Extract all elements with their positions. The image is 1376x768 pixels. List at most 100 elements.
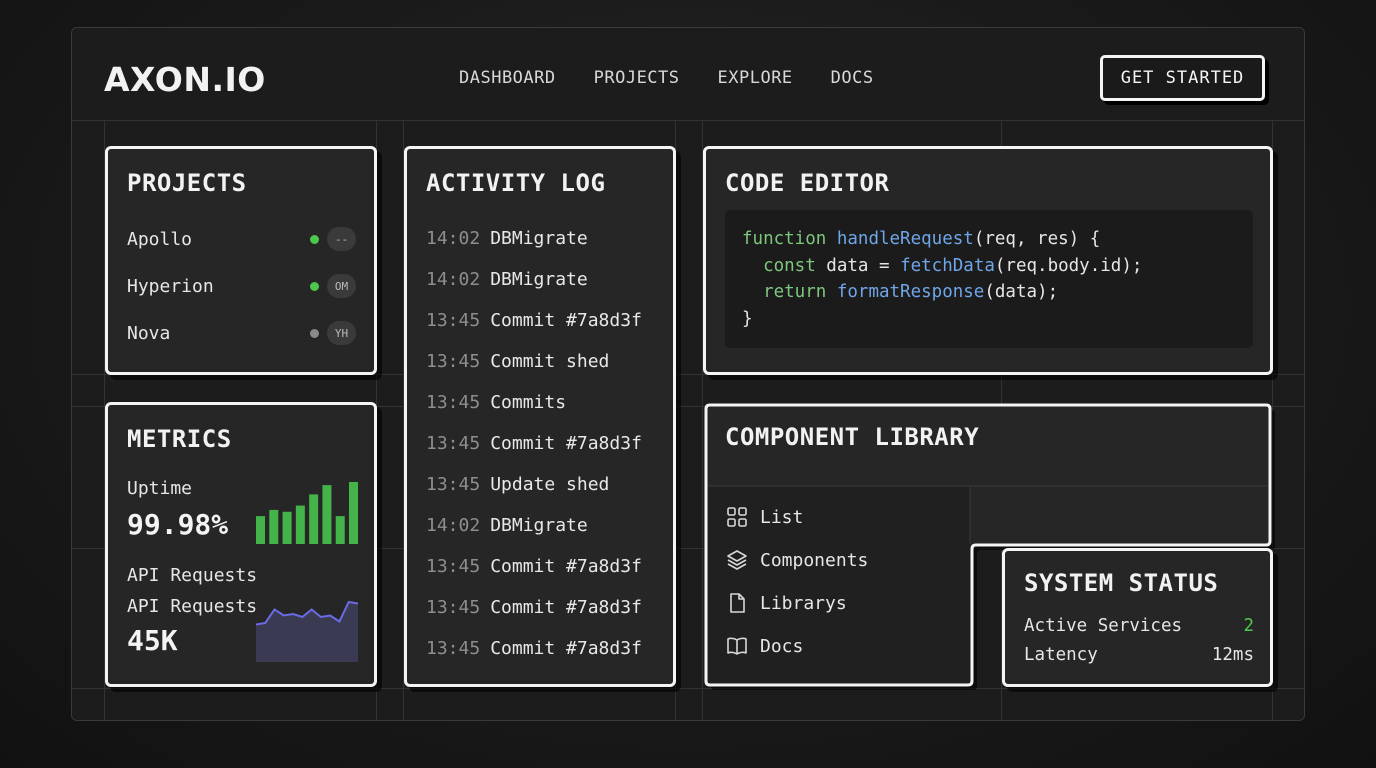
status-label: Active Services [1024, 616, 1183, 636]
project-item-hyperion[interactable]: Hyperion OM [127, 272, 357, 300]
book-icon [727, 637, 747, 655]
log-entry[interactable]: 14:02 DBMigrate [426, 515, 588, 536]
library-item-label: Components [760, 549, 869, 571]
log-time: 13:45 [426, 474, 481, 495]
log-message: Commit #7a8d3f [490, 638, 642, 659]
log-time: 13:45 [426, 556, 481, 577]
uptime-bar [269, 509, 279, 544]
library-item-librarys[interactable]: Librarys [726, 592, 847, 614]
grid-icon [727, 507, 747, 527]
activity-log-panel: ACTIVITY LOG 14:02 DBMigrate 14:02 DBMigrat… [404, 146, 676, 687]
uptime-bar-chart [256, 482, 358, 544]
log-message: Update shed [490, 474, 610, 495]
uptime-label: Uptime [127, 478, 193, 499]
project-badge: YH [327, 321, 356, 345]
library-item-list[interactable]: List [726, 506, 803, 528]
uptime-bar [309, 494, 319, 544]
system-status-panel: SYSTEM STATUS Active Services 2 Latency … [1002, 548, 1273, 687]
log-entry[interactable]: 13:45 Commit shed [426, 351, 609, 372]
log-time: 14:02 [426, 269, 481, 290]
nav-docs[interactable]: DOCS [831, 68, 874, 88]
library-item-label: List [760, 506, 804, 528]
component-library-title: COMPONENT LIBRARY [725, 423, 980, 451]
log-entry[interactable]: 13:45 Commit #7a8d3f [426, 556, 642, 577]
project-name: Nova [127, 322, 171, 344]
uptime-bar [256, 516, 265, 544]
log-entry[interactable]: 14:02 DBMigrate [426, 269, 588, 290]
status-row-active-services: Active Services 2 [1024, 616, 1254, 636]
log-time: 13:45 [426, 351, 481, 372]
log-time: 14:02 [426, 228, 481, 249]
projects-title: PROJECTS [127, 169, 247, 197]
library-item-docs[interactable]: Docs [726, 635, 803, 657]
sparkline-area [256, 602, 358, 662]
activity-log-title: ACTIVITY LOG [426, 169, 606, 197]
code-text: (data); [984, 282, 1059, 302]
logo[interactable]: AXON.IO [104, 60, 266, 99]
project-badge: OM [327, 274, 356, 298]
project-name: Apollo [127, 228, 193, 250]
log-entry[interactable]: 13:45 Commits [426, 392, 566, 413]
log-message: DBMigrate [490, 269, 588, 290]
log-time: 13:45 [426, 433, 481, 454]
library-item-label: Librarys [760, 592, 847, 614]
log-time: 13:45 [426, 597, 481, 618]
code-editor-title: CODE EDITOR [725, 169, 890, 197]
system-status-title: SYSTEM STATUS [1024, 569, 1219, 597]
log-message: Commits [490, 392, 567, 413]
status-dot [310, 282, 319, 291]
log-entry[interactable]: 13:45 Commit #7a8d3f [426, 433, 642, 454]
log-entry[interactable]: 13:45 Update shed [426, 474, 609, 495]
project-badge: -- [327, 227, 356, 251]
status-label: Latency [1024, 645, 1098, 665]
get-started-button[interactable]: GET STARTED [1100, 55, 1265, 101]
project-item-nova[interactable]: Nova YH [127, 319, 357, 347]
library-item-label: Docs [760, 635, 804, 657]
log-message: DBMigrate [490, 515, 588, 536]
status-dot [310, 235, 319, 244]
uptime-bar [322, 485, 332, 544]
api-requests-label: API Requests [127, 596, 258, 617]
layers-icon [727, 550, 747, 570]
nav-dashboard[interactable]: DASHBOARD [459, 68, 556, 88]
code-line: } [742, 308, 753, 329]
code-text: data = [815, 255, 901, 276]
api-requests-value: 45K [127, 624, 178, 657]
code-editor-panel: CODE EDITOR function handleRequest(req, … [703, 146, 1273, 375]
nav-explore[interactable]: EXPLORE [718, 68, 793, 88]
code-keyword: return [763, 282, 827, 302]
log-message: Commit #7a8d3f [490, 433, 642, 454]
log-entry[interactable]: 13:45 Commit #7a8d3f [426, 310, 642, 331]
log-entry[interactable]: 13:45 Commit #7a8d3f [426, 597, 642, 618]
code-function: fetchData [900, 255, 995, 276]
code-area[interactable]: function handleRequest(req, res) { const… [725, 210, 1253, 348]
uptime-bar [349, 482, 358, 544]
code-text: (req, res) { [973, 229, 1101, 249]
status-value: 2 [1243, 616, 1254, 636]
log-entry[interactable]: 13:45 Commit #7a8d3f [426, 638, 642, 659]
code-line: return formatResponse(data); [742, 279, 1236, 306]
code-function: formatResponse [836, 282, 985, 302]
log-message: DBMigrate [490, 228, 588, 249]
uptime-bar [335, 516, 345, 544]
log-time: 13:45 [426, 392, 481, 413]
code-function: handleRequest [836, 229, 974, 249]
log-message: Commit #7a8d3f [490, 556, 642, 577]
uptime-bar [282, 511, 292, 544]
nav-projects[interactable]: PROJECTS [594, 68, 680, 88]
log-time: 13:45 [426, 310, 481, 331]
code-keyword: const [763, 255, 816, 276]
log-message: Commit shed [490, 351, 610, 372]
api-requests-label: API Requests [127, 565, 258, 586]
status-value: 12ms [1211, 645, 1254, 665]
project-item-apollo[interactable]: Apollo -- [127, 225, 357, 253]
projects-panel: PROJECTS Apollo -- Hyperion OM Nova YH [105, 146, 377, 375]
log-time: 13:45 [426, 638, 481, 659]
log-entry[interactable]: 14:02 DBMigrate [426, 228, 588, 249]
main-nav: DASHBOARD PROJECTS EXPLORE DOCS [459, 68, 874, 88]
library-item-components[interactable]: Components [726, 549, 868, 571]
uptime-bar [295, 505, 305, 544]
metrics-title: METRICS [127, 425, 232, 453]
